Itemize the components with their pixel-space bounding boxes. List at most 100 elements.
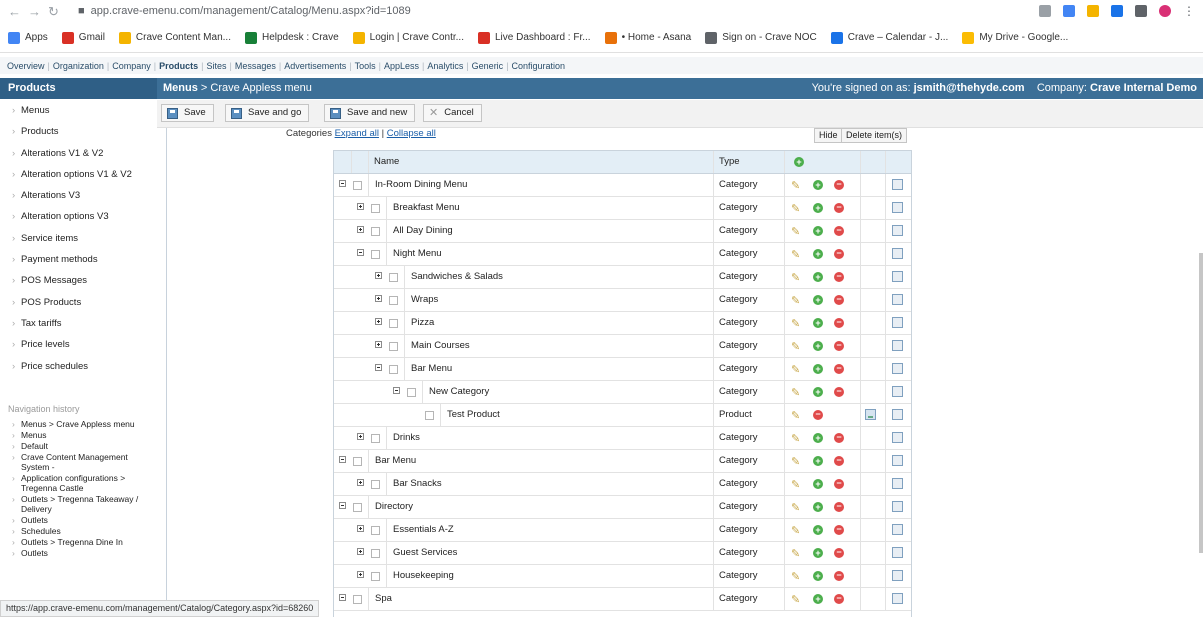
delete-icon[interactable]: − [834, 525, 844, 535]
hide-button[interactable]: Hide [814, 128, 843, 143]
bookmark-item[interactable]: Live Dashboard : Fr... [477, 31, 591, 44]
breadcrumb-section[interactable]: Menus [163, 82, 198, 94]
table-row[interactable]: Essentials A-Z Category ✎ + − [334, 519, 911, 542]
signed-user[interactable]: jsmith@thehyde.com [914, 82, 1025, 94]
add-child-icon[interactable]: + [813, 456, 823, 466]
extension-icon[interactable] [1063, 5, 1075, 17]
row-checkbox[interactable] [389, 342, 398, 351]
table-row[interactable]: Test Product Product ✎ − [334, 404, 911, 427]
edit-icon[interactable]: ✎ [791, 386, 800, 399]
kebab-menu-icon[interactable]: ⋮ [1183, 4, 1195, 18]
sidebar-item[interactable]: Alteration options V1 & V2 [0, 164, 157, 186]
add-child-icon[interactable]: + [813, 548, 823, 558]
picture-icon[interactable] [892, 501, 903, 512]
delete-icon[interactable]: − [834, 295, 844, 305]
expand-all-link[interactable]: Expand all [335, 128, 379, 139]
edit-icon[interactable]: ✎ [791, 501, 800, 514]
bookmark-item[interactable]: My Drive - Google... [962, 31, 1068, 44]
menu-item-generic[interactable]: Generic [469, 61, 507, 71]
picture-icon[interactable] [892, 386, 903, 397]
row-checkbox[interactable] [371, 227, 380, 236]
collapse-toggle-icon[interactable] [393, 387, 400, 394]
picture-icon[interactable] [892, 593, 903, 604]
history-item[interactable]: Default [0, 441, 157, 451]
collapse-all-link[interactable]: Collapse all [387, 128, 436, 139]
collapse-toggle-icon[interactable] [339, 502, 346, 509]
sidebar-item[interactable]: Alterations V1 & V2 [0, 143, 157, 165]
add-child-icon[interactable]: + [813, 249, 823, 259]
expand-toggle-icon[interactable] [375, 318, 382, 325]
type-column-header[interactable]: Type [719, 151, 740, 173]
sidebar-item[interactable]: Price levels [0, 334, 157, 356]
add-child-icon[interactable]: + [813, 180, 823, 190]
sidebar-item[interactable]: Menus [0, 100, 157, 122]
cancel-button[interactable]: ✕ Cancel [423, 104, 482, 122]
add-child-icon[interactable]: + [813, 433, 823, 443]
edit-icon[interactable]: ✎ [791, 409, 800, 422]
edit-icon[interactable]: ✎ [791, 524, 800, 537]
add-child-icon[interactable]: + [813, 341, 823, 351]
delete-icon[interactable]: − [834, 479, 844, 489]
picture-icon[interactable] [892, 363, 903, 374]
bookmark-item[interactable]: • Home - Asana [604, 31, 691, 44]
picture-icon[interactable] [892, 271, 903, 282]
row-checkbox[interactable] [371, 549, 380, 558]
row-checkbox[interactable] [407, 388, 416, 397]
history-item[interactable]: Outlets [0, 515, 157, 525]
edit-icon[interactable]: ✎ [791, 225, 800, 238]
edit-icon[interactable]: ✎ [791, 593, 800, 606]
bookmark-item[interactable]: Sign on - Crave NOC [705, 31, 817, 44]
picture-icon[interactable] [892, 409, 903, 420]
row-checkbox[interactable] [353, 181, 362, 190]
add-child-icon[interactable]: + [813, 364, 823, 374]
edit-icon[interactable]: ✎ [791, 179, 800, 192]
collapse-toggle-icon[interactable] [339, 180, 346, 187]
address-bar[interactable]: ■ app.crave-emenu.com/management/Catalog/… [78, 5, 411, 17]
edit-icon[interactable]: ✎ [791, 363, 800, 376]
row-checkbox[interactable] [371, 434, 380, 443]
row-checkbox[interactable] [389, 273, 398, 282]
row-checkbox[interactable] [371, 480, 380, 489]
history-item[interactable]: Schedules [0, 526, 157, 536]
table-row[interactable]: Wraps Category ✎ + − [334, 289, 911, 312]
delete-icon[interactable]: − [834, 203, 844, 213]
row-checkbox[interactable] [353, 595, 362, 604]
table-row[interactable]: Night Menu Category ✎ + − [334, 243, 911, 266]
sidebar-item[interactable]: Payment methods [0, 249, 157, 271]
row-checkbox[interactable] [389, 296, 398, 305]
menu-item-appless[interactable]: AppLess [381, 61, 422, 71]
expand-toggle-icon[interactable] [375, 295, 382, 302]
collapse-toggle-icon[interactable] [339, 456, 346, 463]
table-row[interactable]: Main Courses Category ✎ + − [334, 335, 911, 358]
table-row[interactable]: Bar Menu Category ✎ + − [334, 450, 911, 473]
bookmark-item[interactable]: Helpdesk : Crave [244, 31, 339, 44]
add-child-icon[interactable]: + [813, 272, 823, 282]
reload-icon[interactable]: ↻ [48, 4, 59, 20]
save-and-go-button[interactable]: Save and go [225, 104, 310, 122]
save-button[interactable]: Save [161, 104, 214, 122]
sidebar-item[interactable]: Products [0, 121, 157, 143]
delete-icon[interactable]: − [834, 571, 844, 581]
table-row[interactable]: Pizza Category ✎ + − [334, 312, 911, 335]
collapse-toggle-icon[interactable] [375, 364, 382, 371]
sidebar-item[interactable]: Alteration options V3 [0, 206, 157, 228]
add-child-icon[interactable]: + [813, 594, 823, 604]
profile-avatar[interactable] [1159, 5, 1171, 17]
table-row[interactable]: Guest Services Category ✎ + − [334, 542, 911, 565]
delete-icon[interactable]: − [834, 249, 844, 259]
expand-toggle-icon[interactable] [357, 479, 364, 486]
table-row[interactable]: Directory Category ✎ + − [334, 496, 911, 519]
picture-icon[interactable] [892, 547, 903, 558]
delete-icon[interactable]: − [834, 226, 844, 236]
save-and-new-button[interactable]: Save and new [324, 104, 416, 122]
delete-icon[interactable]: − [813, 410, 823, 420]
edit-icon[interactable]: ✎ [791, 271, 800, 284]
row-checkbox[interactable] [425, 411, 434, 420]
delete-icon[interactable]: − [834, 548, 844, 558]
delete-icon[interactable]: − [834, 594, 844, 604]
picture-icon[interactable] [892, 294, 903, 305]
add-child-icon[interactable]: + [813, 479, 823, 489]
delete-icon[interactable]: − [834, 456, 844, 466]
history-item[interactable]: Outlets [0, 548, 157, 558]
forward-icon[interactable]: → [28, 4, 41, 19]
